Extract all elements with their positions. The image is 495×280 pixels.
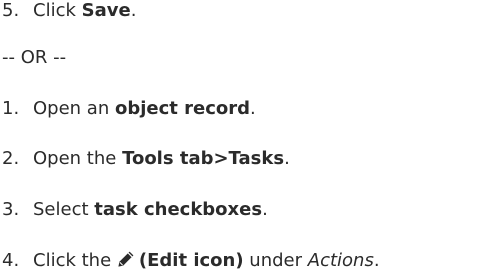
step-number: 2.	[2, 148, 20, 169]
step-prefix: Select	[33, 199, 95, 220]
step-text: Open an object record.	[33, 98, 256, 120]
step-bold: (Edit icon)	[138, 250, 244, 271]
pencil-icon	[117, 250, 135, 268]
step-bold: task checkboxes	[94, 199, 263, 220]
step-number: 5.	[2, 0, 20, 21]
step-prefix: Click	[33, 0, 82, 21]
step-bold: Save	[81, 0, 131, 21]
step-number: 4.	[2, 250, 20, 271]
step-suffix: .	[130, 0, 137, 21]
step-suffix: .	[284, 148, 290, 169]
step-italic: Actions	[307, 250, 374, 271]
step-text: Click Save.	[33, 0, 136, 22]
step-prefix: Open the	[33, 148, 123, 169]
step-number: 3.	[2, 199, 20, 220]
step-bold: object record	[114, 98, 251, 119]
or-separator: -- OR --	[2, 47, 67, 68]
step-middle: under	[243, 250, 308, 271]
step-suffix: .	[250, 98, 256, 119]
step-bold: Tools tab>Tasks	[122, 148, 285, 169]
step-text: Select task checkboxes.	[33, 199, 268, 221]
step-text: Click the (Edit icon) under Actions.	[33, 250, 380, 272]
step-number: 1.	[2, 98, 20, 119]
step-prefix: Open an	[33, 98, 115, 119]
step-prefix: Click the	[33, 250, 117, 271]
step-suffix: .	[373, 250, 380, 271]
step-suffix: .	[262, 199, 268, 220]
step-text: Open the Tools tab>Tasks.	[33, 148, 290, 170]
